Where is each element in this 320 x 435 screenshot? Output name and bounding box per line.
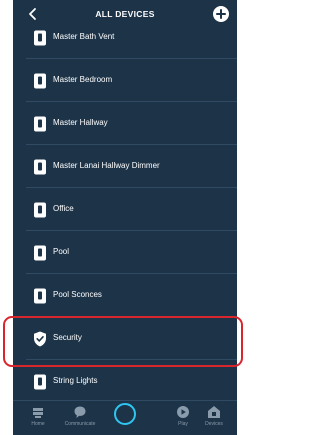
device-label: Master Hallway: [53, 118, 108, 127]
switch-icon: [34, 30, 46, 46]
device-row-master-lanai-hallway-dimmer[interactable]: Master Lanai Hallway Dimmer: [13, 145, 237, 188]
device-label: Pool Sconces: [53, 290, 102, 299]
play-icon: [177, 406, 189, 418]
add-device-button[interactable]: [213, 6, 229, 22]
highlight-box: [3, 316, 243, 367]
switch-icon: [34, 159, 46, 175]
device-row-office[interactable]: Office: [13, 188, 237, 231]
device-label: Master Bath Vent: [53, 32, 115, 41]
nav-communicate[interactable]: Communicate: [60, 405, 100, 427]
chat-bubble-icon: [74, 406, 86, 418]
device-label: Master Lanai Hallway Dimmer: [53, 161, 160, 170]
nav-communicate-label: Communicate: [64, 421, 96, 427]
switch-icon: [34, 374, 46, 390]
nav-devices[interactable]: Devices: [194, 405, 234, 427]
device-label: Pool: [53, 247, 70, 256]
device-row-pool-sconces[interactable]: Pool Sconces: [13, 274, 237, 317]
switch-icon: [34, 288, 46, 304]
devices-house-icon: [208, 406, 220, 418]
nav-devices-label: Devices: [205, 421, 223, 427]
switch-icon: [34, 245, 46, 261]
top-bar: ALL DEVICES: [13, 0, 237, 28]
device-label: Office: [53, 204, 74, 213]
device-row-master-bedroom[interactable]: Master Bedroom: [13, 59, 237, 102]
app-screen: Master Bath Vent Master Bedroom Master H…: [13, 0, 237, 435]
device-row-pool[interactable]: Pool: [13, 231, 237, 274]
page-title: ALL DEVICES: [95, 9, 155, 19]
device-row-master-hallway[interactable]: Master Hallway: [13, 102, 237, 145]
switch-icon: [34, 73, 46, 89]
device-label: Master Bedroom: [53, 75, 113, 84]
alexa-button[interactable]: [114, 403, 136, 425]
device-label: String Lights: [53, 376, 98, 385]
plus-icon: [216, 9, 226, 19]
switch-icon: [34, 116, 46, 132]
home-icon: [33, 408, 43, 418]
nav-home-label: Home: [31, 421, 45, 427]
switch-icon: [34, 202, 46, 218]
nav-home[interactable]: Home: [18, 405, 58, 427]
